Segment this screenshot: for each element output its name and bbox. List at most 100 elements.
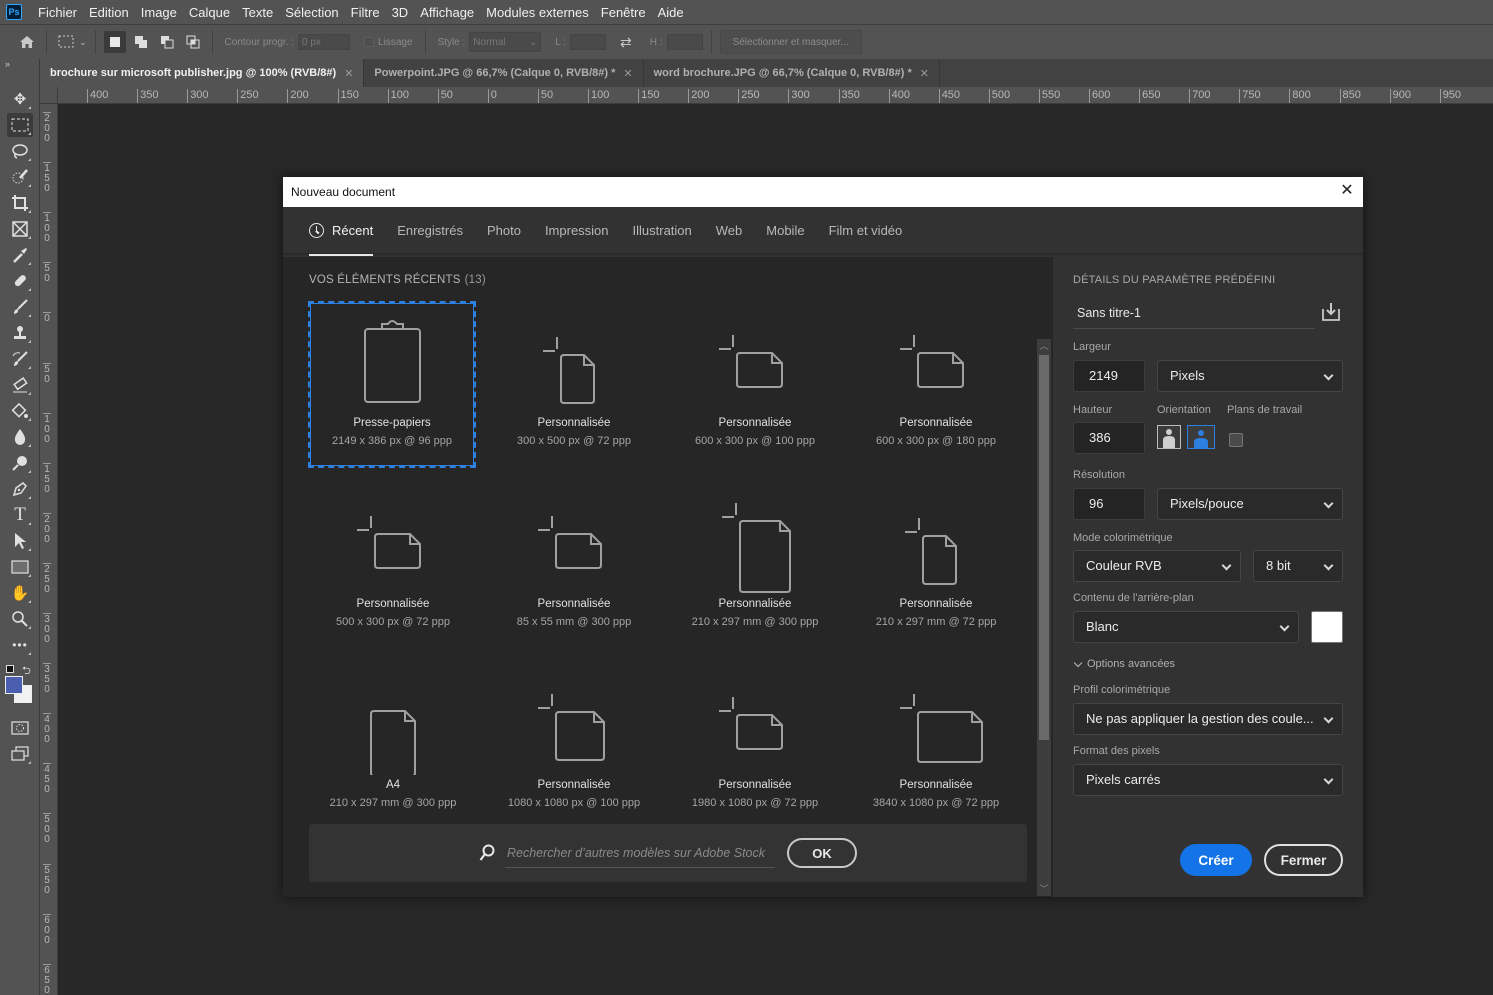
frame-tool-icon[interactable]: [7, 217, 33, 241]
paint-bucket-tool-icon[interactable]: [7, 399, 33, 423]
swap-icon[interactable]: ⇄: [620, 34, 632, 51]
zoom-tool-icon[interactable]: [7, 607, 33, 631]
crop-tool-icon[interactable]: [7, 191, 33, 215]
scroll-down-icon[interactable]: ﹀: [1037, 882, 1051, 896]
screen-mode-icon[interactable]: [7, 742, 33, 766]
close-dialog-icon[interactable]: ✕: [1339, 183, 1355, 199]
height-input[interactable]: [666, 34, 703, 50]
chevron-down-icon[interactable]: ⌄: [79, 37, 87, 48]
vertical-ruler[interactable]: 200 150 100 50 0 50 100 150 200 250 300 350 400 450 50…: [40, 104, 58, 995]
width-input[interactable]: [570, 34, 607, 50]
subtract-selection-icon[interactable]: [156, 31, 178, 53]
recent-preset-card[interactable]: Presse-papiers 2149 x 386 px @ 96 ppp: [308, 301, 476, 468]
new-selection-icon[interactable]: [103, 31, 126, 53]
close-tab-icon[interactable]: ✕: [623, 67, 632, 80]
eraser-tool-icon[interactable]: [7, 373, 33, 397]
pen-tool-icon[interactable]: [7, 477, 33, 501]
tab-mobile[interactable]: Mobile: [766, 206, 804, 254]
antialias-checkbox[interactable]: [364, 37, 375, 47]
resolution-unit-select[interactable]: Pixels/pouce: [1157, 488, 1343, 520]
height-input[interactable]: 386: [1073, 422, 1145, 454]
bit-depth-select[interactable]: 8 bit: [1253, 550, 1343, 582]
default-colors-icon[interactable]: [6, 665, 14, 673]
home-icon[interactable]: [16, 31, 38, 53]
add-selection-icon[interactable]: [130, 31, 152, 53]
feather-input[interactable]: 0 px: [298, 34, 351, 50]
advanced-options-toggle[interactable]: Options avancées: [1073, 658, 1175, 670]
width-input[interactable]: 2149: [1073, 360, 1145, 392]
tab-film-video[interactable]: Film et vidéo: [829, 206, 903, 254]
save-preset-icon[interactable]: [1320, 301, 1342, 323]
recent-preset-card[interactable]: Personnalisée 210 x 297 mm @ 300 ppp: [671, 484, 839, 651]
foreground-color-swatch[interactable]: [5, 676, 23, 694]
lasso-tool-icon[interactable]: [7, 139, 33, 163]
menu-texte[interactable]: Texte: [236, 5, 279, 20]
menu-calque[interactable]: Calque: [183, 5, 236, 20]
close-tab-icon[interactable]: ✕: [920, 67, 929, 80]
menu-image[interactable]: Image: [135, 5, 183, 20]
style-select[interactable]: Normal ⌄: [469, 32, 542, 52]
recent-preset-card[interactable]: A4 210 x 297 mm @ 300 ppp: [309, 665, 477, 832]
intersect-selection-icon[interactable]: [182, 31, 204, 53]
scroll-up-icon[interactable]: ︿: [1037, 339, 1051, 353]
close-tab-icon[interactable]: ✕: [344, 67, 353, 80]
brush-tool-icon[interactable]: [7, 295, 33, 319]
recent-preset-card[interactable]: Personnalisée 300 x 500 px @ 72 ppp: [490, 303, 658, 470]
recent-preset-card[interactable]: Personnalisée 85 x 55 mm @ 300 ppp: [490, 484, 658, 651]
recent-preset-card[interactable]: Personnalisée 210 x 297 mm @ 72 ppp: [852, 484, 1020, 651]
color-profile-select[interactable]: Ne pas appliquer la gestion des coule...: [1073, 703, 1343, 735]
recent-preset-card[interactable]: Personnalisée 500 x 300 px @ 72 ppp: [309, 484, 477, 651]
doc-tab-word-brochure[interactable]: word brochure.JPG @ 66,7% (Calque 0, RVB…: [644, 59, 940, 87]
clone-stamp-tool-icon[interactable]: [7, 321, 33, 345]
blur-tool-icon[interactable]: [7, 425, 33, 449]
search-ok-button[interactable]: OK: [787, 838, 857, 868]
select-and-mask-button[interactable]: Sélectionner et masquer...: [719, 30, 862, 54]
recent-preset-card[interactable]: Personnalisée 3840 x 1080 px @ 72 ppp: [852, 665, 1020, 832]
recent-preset-card[interactable]: Personnalisée 600 x 300 px @ 180 ppp: [852, 303, 1020, 470]
tab-illustration[interactable]: Illustration: [633, 206, 692, 254]
menu-3d[interactable]: 3D: [386, 5, 415, 20]
swap-colors-icon[interactable]: ⮌: [22, 662, 31, 681]
menu-edition[interactable]: Edition: [83, 5, 135, 20]
background-color-swatch[interactable]: [1311, 611, 1343, 643]
recent-preset-card[interactable]: Personnalisée 600 x 300 px @ 100 ppp: [671, 303, 839, 470]
marquee-tool-icon[interactable]: [7, 113, 33, 137]
landscape-orientation-button[interactable]: [1187, 425, 1215, 449]
width-unit-select[interactable]: Pixels: [1157, 360, 1343, 392]
color-mode-select[interactable]: Couleur RVB: [1073, 550, 1241, 582]
background-content-select[interactable]: Blanc: [1073, 611, 1299, 643]
menu-modules-externes[interactable]: Modules externes: [480, 5, 595, 20]
hand-tool-icon[interactable]: ✋: [7, 581, 33, 605]
move-tool-icon[interactable]: ✥: [7, 87, 33, 111]
menu-fichier[interactable]: Fichier: [32, 5, 83, 20]
recent-preset-card[interactable]: Personnalisée 1980 x 1080 px @ 72 ppp: [671, 665, 839, 832]
rectangle-tool-icon[interactable]: [7, 555, 33, 579]
doc-tab-powerpoint[interactable]: Powerpoint.JPG @ 66,7% (Calque 0, RVB/8#…: [364, 59, 644, 87]
portrait-orientation-button[interactable]: [1157, 425, 1181, 449]
tab-saved[interactable]: Enregistrés: [397, 206, 463, 254]
path-selection-tool-icon[interactable]: [7, 529, 33, 553]
ruler-origin[interactable]: [40, 87, 58, 104]
artboards-checkbox[interactable]: [1229, 433, 1243, 447]
eyedropper-tool-icon[interactable]: [7, 243, 33, 267]
tab-print[interactable]: Impression: [545, 206, 609, 254]
pixel-format-select[interactable]: Pixels carrés: [1073, 764, 1343, 796]
menu-filtre[interactable]: Filtre: [345, 5, 386, 20]
collapse-panel-icon[interactable]: »: [0, 59, 39, 73]
menu-selection[interactable]: Sélection: [279, 5, 344, 20]
menu-affichage[interactable]: Affichage: [414, 5, 480, 20]
preset-name-input[interactable]: Sans titre-1: [1073, 299, 1315, 329]
more-tools-icon[interactable]: •••: [7, 633, 33, 657]
tab-recent[interactable]: Récent: [309, 206, 374, 256]
menu-fenetre[interactable]: Fenêtre: [595, 5, 652, 20]
scrollbar-thumb[interactable]: [1039, 355, 1049, 740]
doc-tab-brochure-publisher[interactable]: brochure sur microsoft publisher.jpg @ 1…: [40, 59, 365, 87]
dodge-tool-icon[interactable]: [7, 451, 33, 475]
recent-scrollbar[interactable]: ︿ ﹀: [1037, 339, 1051, 896]
quick-mask-icon[interactable]: [7, 716, 33, 740]
quick-selection-tool-icon[interactable]: [7, 165, 33, 189]
horizontal-ruler[interactable]: 400 350 300 250 200 150 100 50 0 50 100 150 200 250 30…: [58, 87, 1493, 104]
create-button[interactable]: Créer: [1180, 844, 1252, 876]
healing-brush-tool-icon[interactable]: [7, 269, 33, 293]
close-button[interactable]: Fermer: [1264, 844, 1343, 876]
